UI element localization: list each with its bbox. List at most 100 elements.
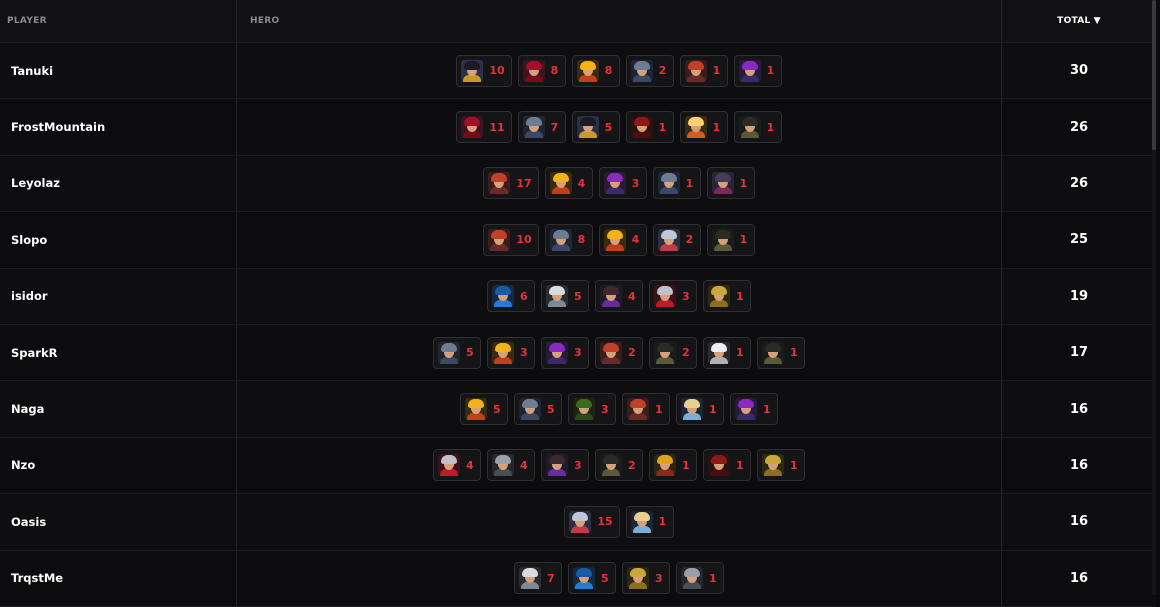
leaderboard-table: PLAYER HERO TOTAL ▼ Tanuki 10 8 8 2 1 1 30 Frost…	[0, 0, 1156, 607]
hero-list: 5 5 3 1 1 1	[237, 381, 1002, 437]
column-header-hero[interactable]: HERO	[237, 0, 1002, 42]
scrollbar-thumb[interactable]	[1152, 0, 1156, 150]
table-row[interactable]: isidor 6 5 4 3 1 19	[0, 268, 1156, 325]
player-name[interactable]: TrqstMe	[0, 550, 237, 606]
hero-portrait-purple-icon	[546, 454, 568, 477]
hero-chip[interactable]: 1	[733, 54, 782, 87]
hero-chip[interactable]: 4	[598, 223, 647, 256]
hero-chip[interactable]: 1	[649, 449, 697, 482]
column-header-total[interactable]: TOTAL ▼	[1002, 0, 1156, 42]
hero-chip[interactable]: 1	[676, 393, 724, 426]
hero-chip[interactable]: 1	[625, 505, 674, 538]
hero-chip[interactable]: 7	[514, 562, 562, 595]
table-row[interactable]: Oasis 15 1 16	[0, 494, 1156, 551]
hero-chip[interactable]: 3	[541, 336, 589, 369]
hero-chip[interactable]: 1	[676, 562, 724, 595]
hero-chip[interactable]: 1	[706, 223, 755, 256]
hero-chip[interactable]: 1	[703, 336, 751, 369]
hero-chip[interactable]: 6	[487, 280, 535, 313]
hero-match-count: 3	[574, 346, 582, 360]
hero-match-count: 1	[712, 64, 721, 78]
hero-chip[interactable]: 5	[541, 280, 589, 313]
hero-chip[interactable]: 2	[595, 336, 643, 369]
hero-chip[interactable]: 2	[649, 336, 697, 369]
hero-chip[interactable]: 5	[571, 111, 620, 144]
player-name[interactable]: Slopo	[0, 212, 237, 268]
player-name[interactable]: Leyolaz	[0, 155, 237, 212]
player-name[interactable]: isidor	[0, 268, 237, 324]
hero-chip[interactable]: 17	[483, 167, 539, 200]
hero-list: 10 8 4 2 1	[237, 212, 1002, 268]
hero-match-count: 1	[658, 515, 667, 529]
hero-chip[interactable]: 1	[757, 449, 805, 482]
table-row[interactable]: Naga 5 5 3 1 1 1 16	[0, 381, 1156, 438]
vertical-scrollbar[interactable]	[1152, 0, 1156, 595]
hero-chip[interactable]: 1	[625, 111, 674, 144]
hero-portrait-dark-icon	[738, 116, 761, 139]
hero-chip[interactable]: 4	[433, 449, 481, 482]
player-name[interactable]: FrostMountain	[0, 99, 237, 155]
hero-chip[interactable]: 1	[652, 167, 701, 200]
column-header-player[interactable]: PLAYER	[0, 0, 237, 42]
hero-chip[interactable]: 8	[544, 223, 593, 256]
table-row[interactable]: Nzo 4 4 3 2 1 1 1 16	[0, 437, 1156, 495]
player-name[interactable]: Naga	[0, 381, 237, 437]
total-value: 19	[1069, 288, 1089, 304]
hero-chip[interactable]: 3	[487, 336, 535, 369]
hero-chip[interactable]: 15	[564, 505, 620, 538]
hero-chip[interactable]: 8	[517, 54, 566, 87]
player-name[interactable]: Nzo	[0, 437, 237, 494]
hero-match-count: 5	[466, 346, 474, 360]
hero-chip[interactable]: 10	[483, 223, 539, 256]
hero-chip[interactable]: 3	[622, 562, 670, 595]
player-name[interactable]: SparkR	[0, 324, 237, 381]
hero-chip[interactable]: 5	[460, 393, 508, 426]
hero-chip[interactable]: 5	[433, 336, 481, 369]
hero-chip[interactable]: 11	[456, 111, 512, 144]
hero-chip[interactable]: 1	[706, 167, 755, 200]
hero-list: 5 3 3 2 2 1 1	[237, 324, 1002, 381]
hero-match-count: 1	[685, 176, 694, 190]
hero-chip[interactable]: 7	[517, 111, 566, 144]
hero-chip[interactable]: 10	[456, 54, 512, 87]
hero-chip[interactable]: 3	[598, 167, 647, 200]
hero-chip[interactable]: 3	[568, 393, 616, 426]
hero-chip[interactable]: 4	[544, 167, 593, 200]
hero-chip[interactable]: 1	[679, 54, 728, 87]
table-row[interactable]: Slopo 10 8 4 2 1 25	[0, 212, 1156, 269]
hero-portrait-redhead-icon	[627, 398, 649, 421]
hero-chip[interactable]: 1	[703, 280, 751, 313]
player-name[interactable]: Oasis	[0, 494, 237, 550]
table-row[interactable]: TrqstMe 7 5 3 1 16	[0, 550, 1156, 607]
hero-chip[interactable]: 1	[730, 393, 778, 426]
sort-descending-icon: ▼	[1093, 16, 1101, 26]
hero-portrait-blue-icon	[492, 285, 514, 308]
hero-chip[interactable]: 4	[487, 449, 535, 482]
hero-portrait-violet-icon	[735, 398, 757, 421]
table-row[interactable]: Leyolaz 17 4 3 1 1 26	[0, 155, 1156, 213]
hero-portrait-crimson-icon	[522, 59, 545, 82]
hero-chip[interactable]: 1	[622, 393, 670, 426]
hero-chip[interactable]: 2	[625, 54, 674, 87]
hero-chip[interactable]: 1	[757, 336, 805, 369]
hero-chip[interactable]: 2	[595, 449, 643, 482]
hero-match-count: 1	[682, 458, 690, 472]
hero-chip[interactable]: 5	[568, 562, 616, 595]
hero-chip[interactable]: 4	[595, 280, 643, 313]
hero-chip[interactable]: 2	[652, 223, 701, 256]
hero-chip[interactable]: 3	[649, 280, 697, 313]
hero-match-count: 3	[520, 346, 528, 360]
hero-portrait-silver-icon	[519, 567, 541, 590]
player-name[interactable]: Tanuki	[0, 43, 237, 99]
table-row[interactable]: SparkR 5 3 3 2 2 1 1 17	[0, 324, 1156, 382]
hero-chip[interactable]: 1	[679, 111, 728, 144]
hero-match-count: 3	[631, 176, 640, 190]
hero-chip[interactable]: 3	[541, 449, 589, 482]
hero-portrait-blaze-icon	[492, 341, 514, 364]
hero-chip[interactable]: 1	[733, 111, 782, 144]
table-row[interactable]: Tanuki 10 8 8 2 1 1 30	[0, 43, 1156, 100]
table-row[interactable]: FrostMountain 11 7 5 1 1 1 26	[0, 99, 1156, 156]
hero-chip[interactable]: 8	[571, 54, 620, 87]
hero-chip[interactable]: 5	[514, 393, 562, 426]
hero-chip[interactable]: 1	[703, 449, 751, 482]
